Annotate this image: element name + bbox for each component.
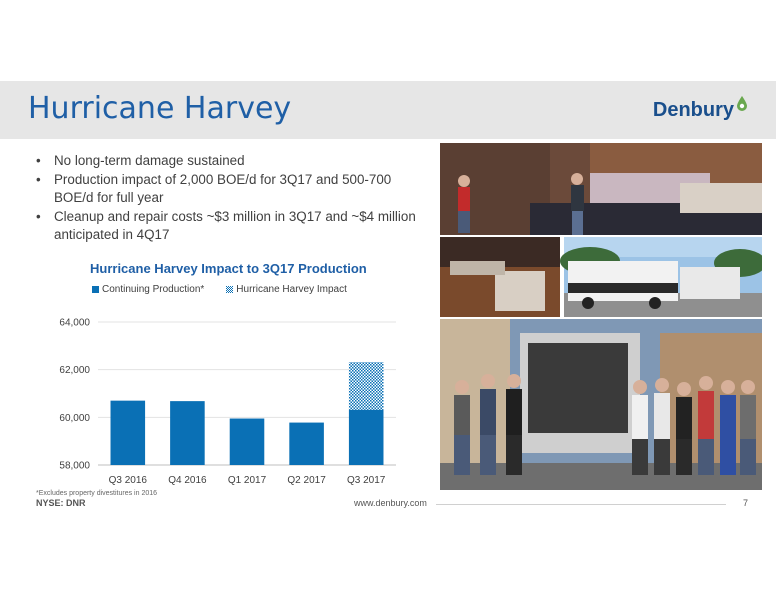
drop-icon [737,96,747,111]
chart-footnote: *Excludes property divestitures in 2016 [36,490,158,497]
y-tick-label: 60,000 [59,413,90,424]
chart-title: Hurricane Harvey Impact to 3Q17 Producti… [90,261,367,276]
volunteer-group-photo [440,319,762,490]
chart-legend: Continuing Production* Hurricane Harvey … [92,284,347,295]
slide-footer: NYSE: DNR www.denbury.com 7 [36,498,748,512]
legend-swatch-hatched [226,286,234,293]
donation-room-photo [440,143,762,235]
legend-item-harvey: Hurricane Harvey Impact [226,284,347,295]
page-number: 7 [742,498,748,508]
bullet-list: No long-term damage sustained Production… [34,152,424,245]
production-bar-chart: 58,000 60,000 62,000 64,000 Q3 2016 Q4 2016 Q1… [59,318,396,486]
x-tick-label: Q3 2016 [109,475,148,486]
bar-continuing-production [289,422,324,465]
website-link[interactable]: www.denbury.com [354,498,427,508]
bar-continuing-production [170,401,205,465]
y-tick-label: 64,000 [59,318,90,329]
legend-item-continuing: Continuing Production* [92,284,204,295]
y-tick-label: 58,000 [59,461,90,472]
x-tick-label: Q2 2017 [287,475,326,486]
x-tick-label: Q1 2017 [228,475,267,486]
logo-text: Denbury [652,99,734,121]
bullet-item: Production impact of 2,000 BOE/d for 3Q1… [34,171,424,207]
ticker-symbol: NYSE: DNR [36,498,86,508]
rv-trailer-photo [560,237,762,317]
empty-room-photo [440,237,560,317]
legend-label: Continuing Production* [102,284,205,295]
legend-swatch-solid [92,286,99,293]
x-tick-label: Q3 2017 [347,475,386,486]
bullet-item: Cleanup and repair costs ~$3 million in … [34,208,424,244]
title-bar: Hurricane Harvey Denbury [0,81,776,139]
bar-hurricane-impact [348,362,384,410]
denbury-logo: Denbury [652,96,748,122]
bullet-item: No long-term damage sustained [34,152,424,170]
relief-photo-collage [440,143,762,490]
bar-continuing-production [348,409,384,465]
bar-continuing-production [229,418,265,465]
x-tick-label: Q4 2016 [168,475,207,486]
page-title: Hurricane Harvey [28,91,292,126]
bar-continuing-production [110,400,146,465]
y-tick-label: 62,000 [59,365,90,376]
legend-label: Hurricane Harvey Impact [236,284,347,295]
footer-divider [436,504,726,505]
